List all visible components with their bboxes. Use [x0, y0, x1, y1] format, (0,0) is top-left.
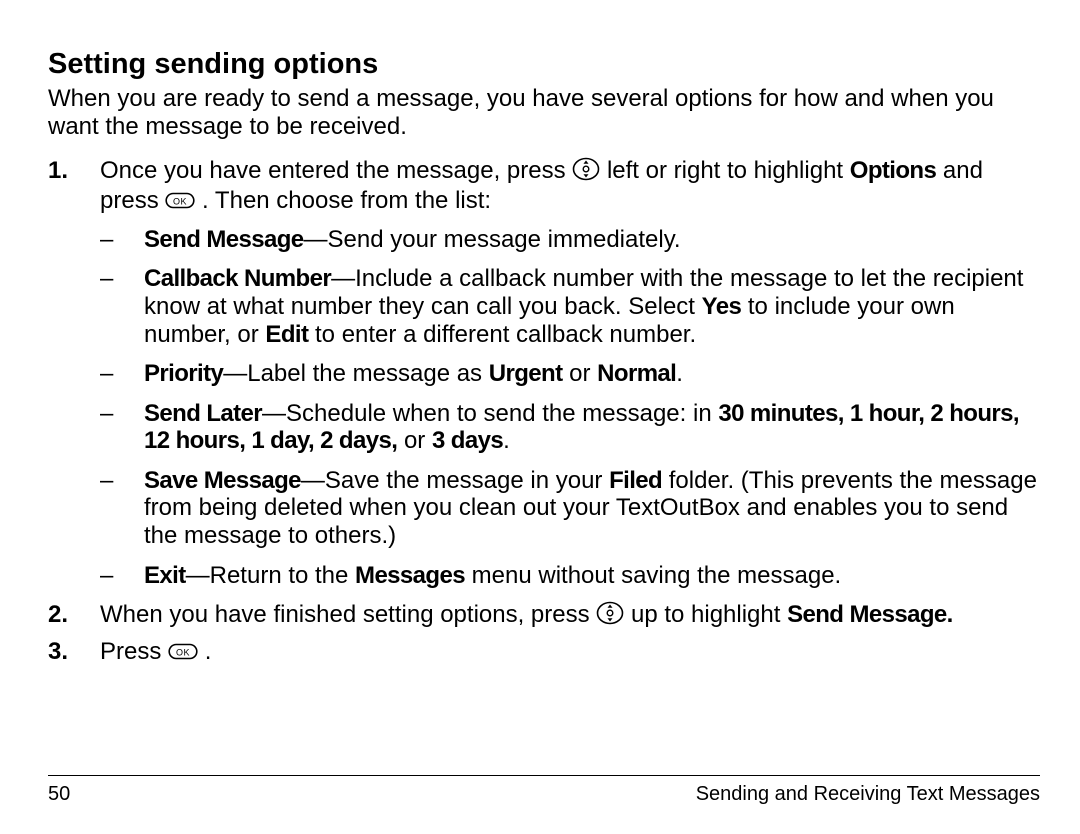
nav-key-icon	[572, 157, 600, 188]
emph: Callback Number	[144, 265, 331, 292]
ok-key-icon	[168, 641, 198, 669]
emph: Send Message.	[787, 601, 953, 628]
body-text: Once you have entered the message, press	[100, 157, 572, 184]
page-footer: 50 Sending and Receiving Text Messages	[48, 783, 1040, 806]
emph: Options	[850, 157, 936, 184]
page-number: 50	[48, 783, 70, 806]
step-number: 1.	[48, 157, 68, 185]
bullet-dash: –	[100, 467, 113, 495]
body-text: . Then choose from the list:	[202, 187, 491, 214]
emph: Urgent	[489, 360, 563, 387]
step-3: 3. Press .	[48, 638, 1040, 669]
body-text: —Schedule when to send the message: in	[262, 400, 718, 427]
body-text: —Send your message immediately.	[304, 226, 681, 253]
body-text: .	[503, 427, 510, 454]
emph: Yes	[702, 293, 742, 320]
emph: Filed	[609, 467, 662, 494]
ok-key-icon	[165, 190, 195, 218]
option-send-later: – Send Later—Schedule when to send the m…	[100, 400, 1040, 455]
intro-paragraph: When you are ready to send a message, yo…	[48, 85, 1040, 140]
emph: Normal	[597, 360, 676, 387]
emph: Send Later	[144, 400, 262, 427]
options-list: – Send Message—Send your message immedia…	[100, 226, 1040, 590]
body-text: .	[676, 360, 683, 387]
option-send-message: – Send Message—Send your message immedia…	[100, 226, 1040, 254]
body-text: —Return to the	[186, 562, 355, 589]
step-2: 2. When you have finished setting option…	[48, 601, 1040, 632]
option-callback-number: – Callback Number—Include a callback num…	[100, 265, 1040, 348]
body-text: to enter a different callback number.	[308, 321, 696, 348]
emph: Send Message	[144, 226, 304, 253]
body-text: or	[562, 360, 597, 387]
emph: Messages	[355, 562, 465, 589]
step-1: 1. Once you have entered the message, pr…	[48, 157, 1040, 590]
bullet-dash: –	[100, 360, 113, 388]
body-text: Press	[100, 638, 168, 665]
body-text: menu without saving the message.	[465, 562, 841, 589]
bullet-dash: –	[100, 265, 113, 293]
body-text: up to highlight	[631, 601, 787, 628]
body-text: or	[397, 427, 432, 454]
option-priority: – Priority—Label the message as Urgent o…	[100, 360, 1040, 388]
step-number: 2.	[48, 601, 68, 629]
steps-list: 1. Once you have entered the message, pr…	[48, 157, 1040, 669]
step-number: 3.	[48, 638, 68, 666]
body-text: left or right to highlight	[607, 157, 850, 184]
body-text: .	[205, 638, 212, 665]
bullet-dash: –	[100, 400, 113, 428]
bullet-dash: –	[100, 562, 113, 590]
emph: 3 days	[432, 427, 503, 454]
emph: Edit	[265, 321, 308, 348]
bullet-dash: –	[100, 226, 113, 254]
option-save-message: – Save Message—Save the message in your …	[100, 467, 1040, 550]
body-text: —Save the message in your	[301, 467, 609, 494]
chapter-title: Sending and Receiving Text Messages	[696, 783, 1040, 806]
section-heading: Setting sending options	[48, 48, 1040, 81]
emph: Exit	[144, 562, 186, 589]
body-text: When you have finished setting options, …	[100, 601, 596, 628]
nav-key-icon	[596, 601, 624, 632]
emph: Save Message	[144, 467, 301, 494]
manual-page: Setting sending options When you are rea…	[0, 0, 1080, 834]
emph: Priority	[144, 360, 223, 387]
option-exit: – Exit—Return to the Messages menu witho…	[100, 562, 1040, 590]
body-text: —Label the message as	[223, 360, 489, 387]
